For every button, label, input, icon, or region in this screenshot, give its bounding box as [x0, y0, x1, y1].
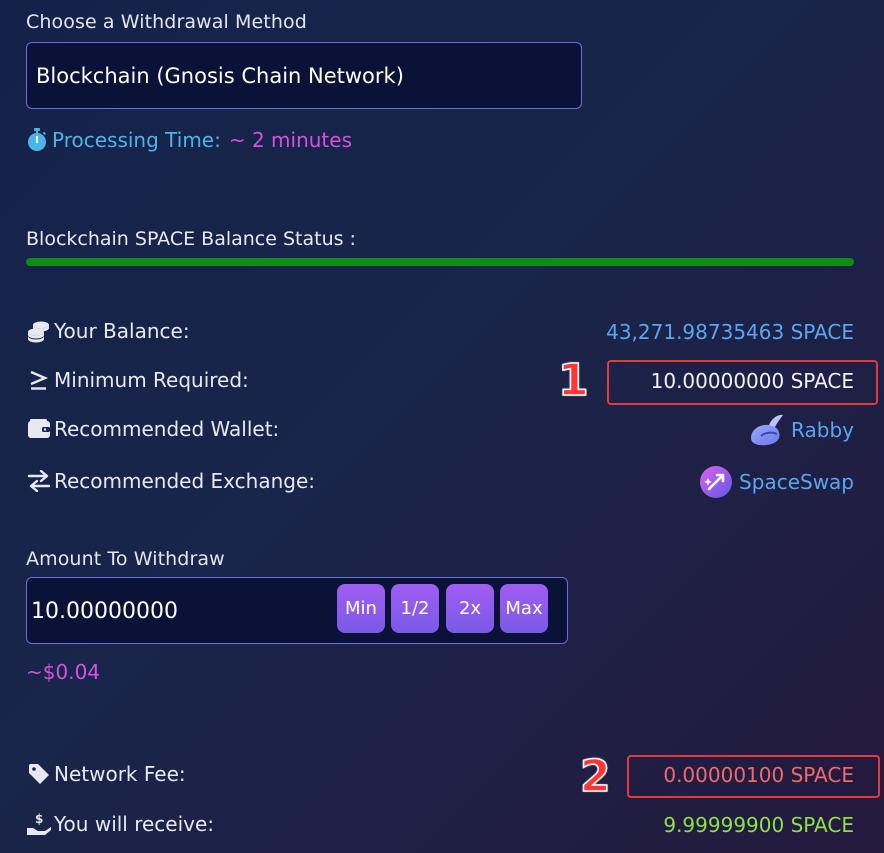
withdrawal-method-select[interactable]: Blockchain (Gnosis Chain Network)	[26, 42, 582, 109]
rabby-logo-icon	[747, 412, 787, 448]
receive-label: You will receive:	[54, 812, 215, 836]
stopwatch-icon	[26, 128, 48, 152]
coins-icon	[26, 319, 52, 343]
min-button[interactable]: Min	[337, 584, 385, 633]
double-button[interactable]: 2x	[446, 584, 494, 633]
wallet-icon	[26, 417, 52, 441]
balance-status-bar	[26, 258, 854, 266]
withdrawal-method-label: Choose a Withdrawal Method	[26, 11, 307, 33]
minimum-value: 10.00000000 SPACE	[650, 369, 854, 393]
spaceswap-logo-icon	[699, 465, 733, 499]
half-button[interactable]: 1/2	[391, 584, 439, 633]
annotation-number-1: 1	[557, 354, 589, 407]
amount-field[interactable]: Min 1/2 2x Max	[26, 577, 568, 644]
balance-label: Your Balance:	[54, 319, 190, 343]
processing-time: Processing Time: ~ 2 minutes	[26, 126, 352, 154]
annotation-number-2: 2	[579, 750, 611, 803]
exchange-row: Recommended Exchange:	[26, 469, 315, 493]
wallet-row: Recommended Wallet:	[26, 417, 279, 441]
max-button[interactable]: Max	[500, 584, 548, 633]
minimum-row: Minimum Required:	[26, 368, 249, 392]
fee-row: Network Fee:	[26, 762, 186, 786]
exchange-arrows-icon	[26, 469, 52, 493]
fee-value: 0.00000100 SPACE	[663, 763, 854, 787]
balance-row: Your Balance:	[26, 319, 190, 343]
processing-time-value: ~ 2 minutes	[228, 128, 352, 152]
fee-label: Network Fee:	[54, 762, 186, 786]
balance-status-title: Blockchain SPACE Balance Status :	[26, 228, 356, 250]
minimum-label: Minimum Required:	[54, 368, 249, 392]
tag-icon	[26, 762, 52, 786]
receive-row: $ You will receive:	[26, 812, 214, 836]
wallet-link[interactable]: Rabby	[747, 412, 854, 448]
receive-value: 9.99999900 SPACE	[663, 813, 854, 837]
amount-label: Amount To Withdraw	[26, 548, 225, 570]
balance-value: 43,271.98735463 SPACE	[606, 320, 854, 344]
svg-text:$: $	[35, 812, 43, 826]
wallet-value: Rabby	[791, 418, 854, 442]
withdrawal-method-value: Blockchain (Gnosis Chain Network)	[36, 63, 404, 88]
hand-dollar-icon: $	[26, 812, 52, 836]
amount-usd-value: ~$0.04	[26, 660, 101, 684]
exchange-value: SpaceSwap	[739, 470, 854, 494]
exchange-link[interactable]: SpaceSwap	[699, 465, 854, 499]
wallet-label: Recommended Wallet:	[54, 417, 280, 441]
greater-equal-icon	[26, 368, 52, 392]
exchange-label: Recommended Exchange:	[54, 469, 315, 493]
amount-input[interactable]	[29, 598, 333, 625]
processing-time-label: Processing Time:	[52, 128, 221, 152]
